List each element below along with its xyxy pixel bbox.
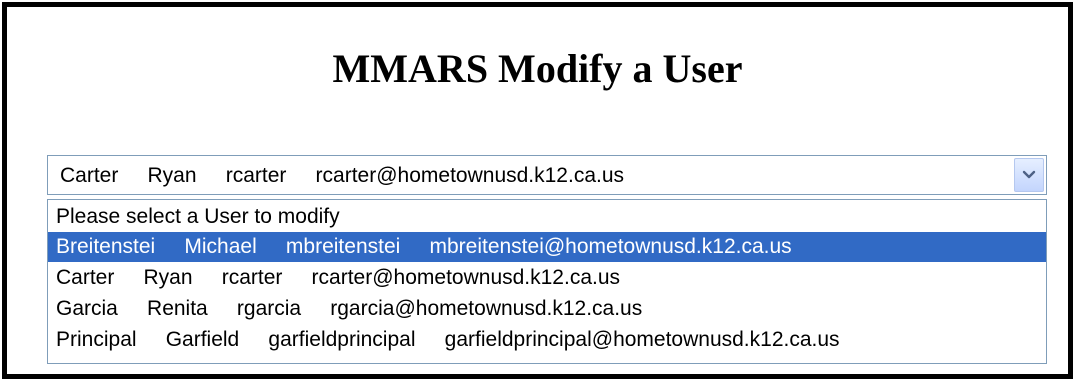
user-select[interactable]: Carter Ryan rcarter rcarter@hometownusd.… bbox=[47, 155, 1047, 195]
option-breitenstei[interactable]: Breitenstei Michael mbreitenstei mbreite… bbox=[48, 232, 1046, 262]
option-principal[interactable]: Principal Garfield garfieldprincipal gar… bbox=[48, 325, 1046, 355]
user-option-list[interactable]: Please select a User to modify Breitenst… bbox=[47, 199, 1047, 364]
option-carter[interactable]: Carter Ryan rcarter rcarter@hometownusd.… bbox=[48, 263, 1046, 293]
page-title: MMARS Modify a User bbox=[332, 46, 743, 91]
user-select-value: Carter Ryan rcarter rcarter@hometownusd.… bbox=[60, 164, 625, 187]
option-garcia[interactable]: Garcia Renita rgarcia rgarcia@hometownus… bbox=[48, 294, 1046, 324]
dropdown-button[interactable] bbox=[1014, 158, 1044, 192]
option-placeholder[interactable]: Please select a User to modify bbox=[48, 202, 1046, 232]
chevron-down-icon bbox=[1022, 170, 1036, 179]
page-frame: MMARS Modify a User Carter Ryan rcarter … bbox=[2, 2, 1073, 379]
